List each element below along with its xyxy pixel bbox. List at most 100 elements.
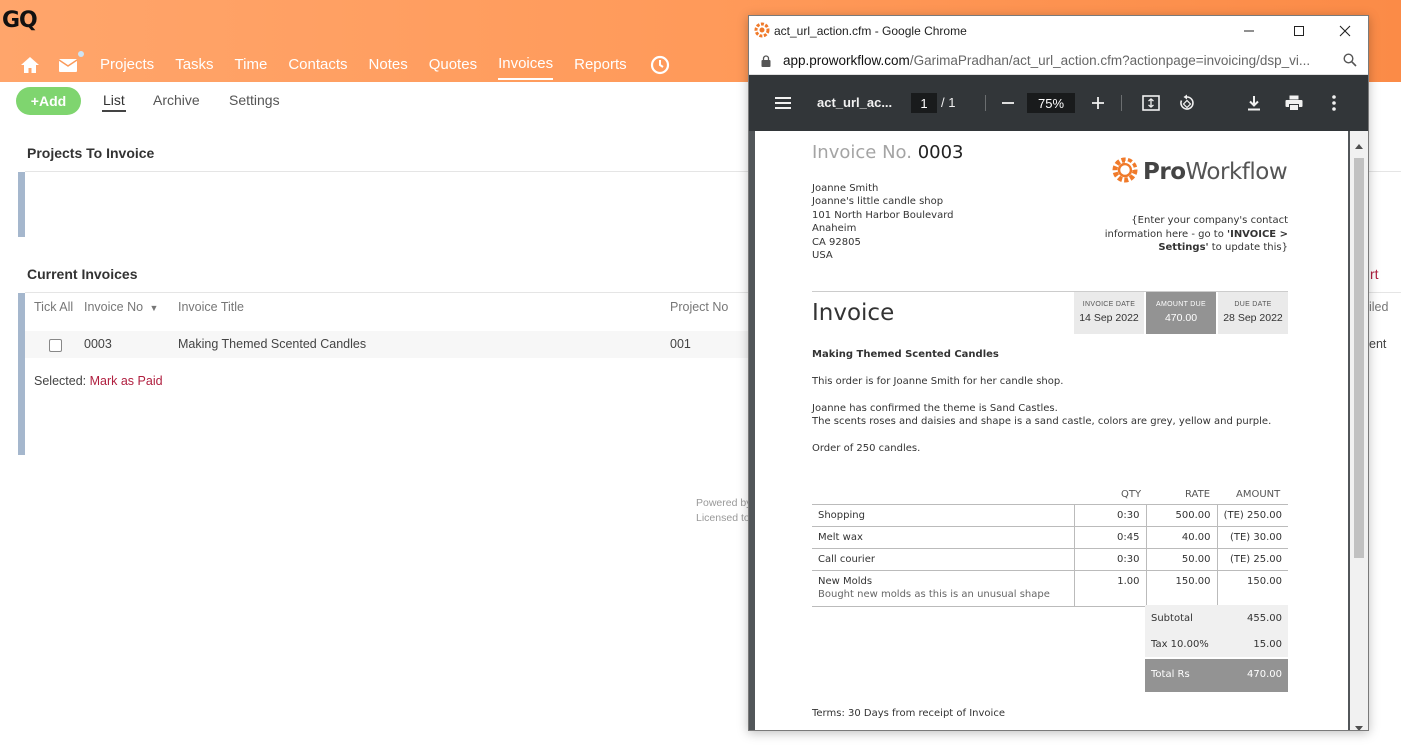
col-invoice-no-label: Invoice No [84,300,144,314]
invoice-description: Joanne has confirmed the theme is Sand C… [812,403,1058,414]
item-name: New Molds [818,576,873,587]
scroll-up-icon[interactable] [1355,136,1363,154]
zoom-level-input[interactable]: 75% [1027,93,1075,113]
nav-contacts[interactable]: Contacts [288,52,347,79]
app-logo[interactable]: GQ [2,8,38,33]
tab-archive[interactable]: Archive [153,92,200,108]
table-row: Melt wax 0:45 40.00 (TE) 30.00 [812,526,1288,549]
company-contact-line-1: {Enter your company's contact [1131,215,1288,226]
invoice-title: Making Themed Scented Candles [812,349,999,360]
tab-settings[interactable]: Settings [229,92,280,108]
nav-time[interactable]: Time [235,52,268,79]
logo-text-pro: Pro [1143,159,1186,185]
toolbar-separator [1121,95,1122,111]
company-contact-line-3: Settings' to update this} [1158,242,1288,253]
sort-caret-icon: ▼ [149,303,159,313]
more-options-icon[interactable] [1324,93,1344,113]
row-checkbox[interactable] [49,339,62,352]
col-project-no[interactable]: Project No [670,300,728,314]
url-text[interactable]: app.proworkflow.com/GarimaPradhan/act_ur… [783,53,1338,68]
amount-due-value: 470.00 [1164,312,1198,324]
add-button[interactable]: +Add [16,87,81,115]
timer-icon[interactable] [648,53,672,77]
col-tick-all[interactable]: Tick All [34,300,73,314]
address-bar[interactable]: app.proworkflow.com/GarimaPradhan/act_ur… [749,46,1368,75]
item-rate: 50.00 [1145,548,1217,571]
tab-list[interactable]: List [102,92,126,112]
subtotal-value: 455.00 [1247,613,1282,624]
window-titlebar[interactable]: act_url_action.cfm - Google Chrome [749,16,1368,46]
fit-page-icon[interactable] [1141,93,1161,113]
nav-projects[interactable]: Projects [100,52,154,79]
nav-notes[interactable]: Notes [369,52,408,79]
cell-invoice-no[interactable]: 0003 [84,337,112,351]
minimize-icon[interactable] [1240,22,1258,40]
table-row[interactable] [25,331,765,358]
invoice-date-box: INVOICE DATE 14 Sep 2022 [1074,292,1144,334]
amount-due-label: AMOUNT DUE [1156,301,1206,308]
lock-icon[interactable] [761,54,771,72]
scroll-thumb[interactable] [1354,158,1364,558]
total-label: Total Rs [1151,669,1190,680]
print-icon[interactable] [1284,93,1304,113]
mail-icon[interactable] [56,51,84,77]
invoice-description: Order of 250 candles. [812,443,921,454]
contact-bold: Settings' [1158,242,1209,253]
line-items-table: Shopping 0:30 500.00 (TE) 250.00 Melt wa… [812,504,1288,607]
maximize-icon[interactable] [1290,22,1308,40]
close-icon[interactable] [1336,22,1354,40]
nav-invoices[interactable]: Invoices [498,51,554,80]
subtotal-label: Subtotal [1151,613,1193,624]
proworkflow-gear-icon [1111,156,1139,188]
item-name: Shopping [812,504,1074,527]
company-contact-line-2: information here - go to 'INVOICE > [1105,229,1288,240]
panel-accent-bar [18,293,25,455]
subtotal-row: Subtotal 455.00 [1145,605,1288,631]
amount-due-box: AMOUNT DUE 470.00 [1146,292,1216,334]
home-icon[interactable] [18,53,42,77]
invoice-date-label: INVOICE DATE [1082,301,1136,308]
chrome-window: act_url_action.cfm - Google Chrome app.p… [748,15,1369,731]
item-rate: 500.00 [1145,504,1217,527]
item-name: Melt wax [812,526,1074,549]
logo-text-workflow: Workflow [1185,159,1288,185]
nav-reports[interactable]: Reports [574,52,627,79]
item-rate: 40.00 [1145,526,1217,549]
pdf-scrollbar[interactable] [1350,131,1368,730]
invoice-number-value: 0003 [917,142,964,163]
invoice-description: The scents roses and daisies and shape i… [812,416,1272,427]
item-rate: 150.00 [1145,570,1217,607]
item-amount: (TE) 250.00 [1216,504,1288,527]
nav-tasks[interactable]: Tasks [175,52,213,79]
invoice-number-label: Invoice No. [812,142,912,163]
cell-invoice-title[interactable]: Making Themed Scented Candles [178,337,366,351]
page-number-input[interactable]: 1 [911,93,937,113]
zoom-magnifier-icon[interactable] [1343,53,1357,72]
invoice-heading: Invoice [812,300,895,326]
client-name: Joanne Smith [812,183,879,194]
payment-terms: Terms: 30 Days from receipt of Invoice [812,708,1005,719]
menu-icon[interactable] [773,93,793,113]
window-title: act_url_action.cfm - Google Chrome [774,24,967,38]
item-qty: 0:30 [1073,548,1146,571]
col-invoice-title[interactable]: Invoice Title [178,300,244,314]
client-street: 101 North Harbor Boulevard [812,210,954,221]
item-qty: 0:30 [1073,504,1146,527]
col-invoice-no[interactable]: Invoice No ▼ [84,300,158,314]
scroll-down-icon[interactable] [1355,719,1363,730]
nav-quotes[interactable]: Quotes [429,52,477,79]
rotate-icon[interactable] [1177,93,1197,113]
tax-row: Tax 10.00% 15.00 [1145,631,1288,657]
contact-text: information here - go to [1104,229,1228,240]
pdf-toolbar: act_url_ac... 1 / 1 75% [749,75,1368,131]
pdf-viewer[interactable]: Invoice No. 0003 Joanne Smith Joanne's l… [749,131,1368,730]
item-qty: 0:45 [1073,526,1146,549]
client-country: USA [812,250,833,261]
zoom-out-icon[interactable] [998,93,1018,113]
mark-as-paid-link[interactable]: Mark as Paid [90,374,163,388]
download-icon[interactable] [1244,93,1264,113]
col-amount: AMOUNT [1236,489,1281,500]
partial-link[interactable]: rt [1370,266,1379,282]
projects-to-invoice-title: Projects To Invoice [27,145,155,161]
zoom-in-icon[interactable] [1088,93,1108,113]
